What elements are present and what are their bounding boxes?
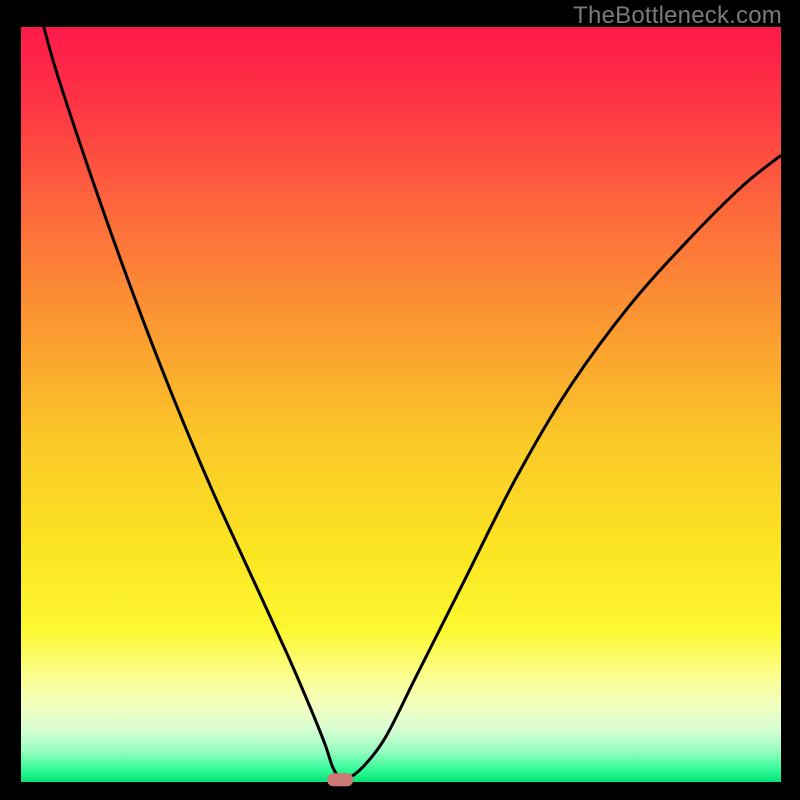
optimal-point-marker	[327, 773, 353, 786]
watermark-text: TheBottleneck.com	[573, 2, 782, 30]
plot-background	[21, 27, 781, 782]
bottleneck-chart	[0, 0, 800, 800]
chart-container: TheBottleneck.com	[0, 0, 800, 800]
